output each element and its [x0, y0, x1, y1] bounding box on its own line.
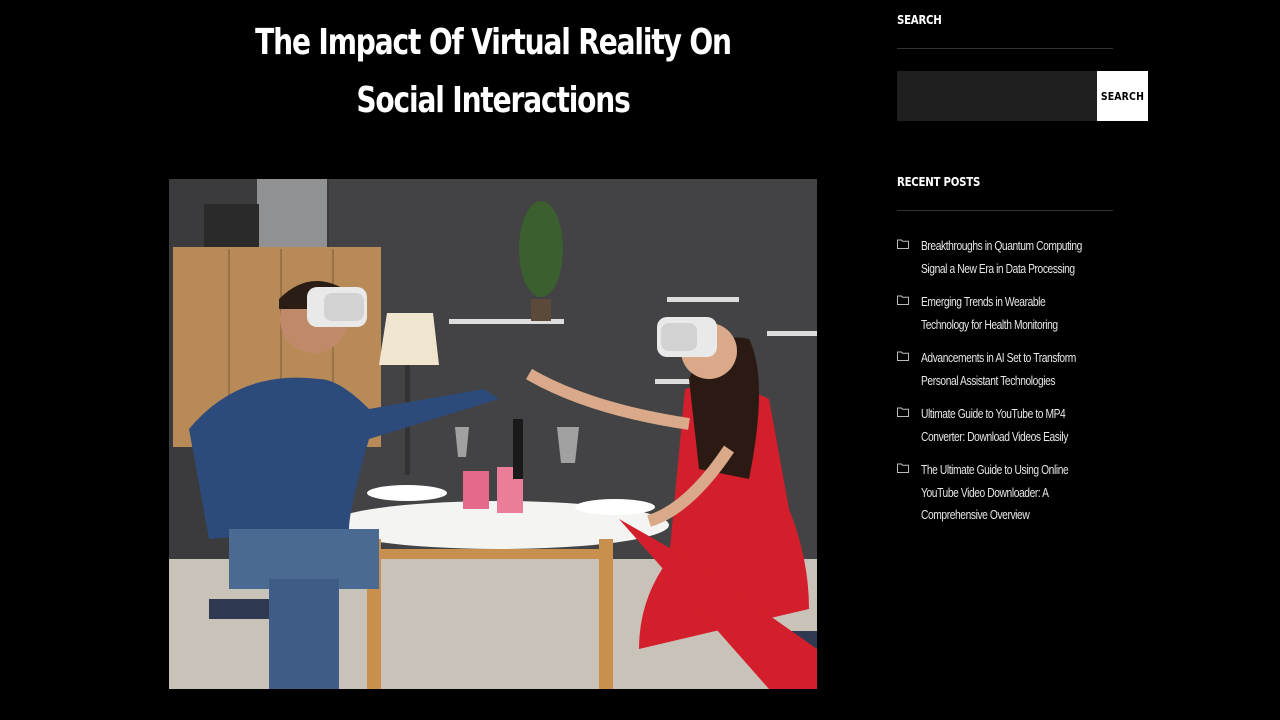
search-button-label: SEARCH: [1100, 89, 1145, 103]
recent-posts-list: Breakthroughs in Quantum Computing Signa…: [897, 235, 1113, 538]
folder-icon: [897, 239, 909, 249]
folder-icon: [897, 351, 909, 361]
page: The Impact Of Virtual Reality On Social …: [0, 0, 1280, 720]
divider: [897, 210, 1113, 211]
divider: [897, 48, 1113, 49]
recent-post-link[interactable]: Emerging Trends in Wearable Technology f…: [921, 291, 1089, 336]
list-item: Emerging Trends in Wearable Technology f…: [897, 291, 1113, 336]
article-title: The Impact Of Virtual Reality On Social …: [255, 22, 732, 121]
list-item: Breakthroughs in Quantum Computing Signa…: [897, 235, 1113, 280]
folder-icon: [897, 407, 909, 417]
search-button[interactable]: SEARCH: [1097, 71, 1148, 121]
recent-posts-title: RECENT POSTS: [897, 175, 981, 189]
recent-post-link[interactable]: Breakthroughs in Quantum Computing Signa…: [921, 235, 1089, 280]
folder-icon: [897, 463, 909, 473]
list-item: Ultimate Guide to YouTube to MP4 Convert…: [897, 403, 1113, 448]
featured-image[interactable]: [169, 179, 817, 689]
search-widget-title: SEARCH: [897, 13, 942, 27]
search-input[interactable]: [897, 71, 1097, 121]
recent-post-link[interactable]: The Ultimate Guide to Using Online YouTu…: [921, 459, 1089, 527]
list-item: Advancements in AI Set to Transform Pers…: [897, 347, 1113, 392]
vr-couple-illustration: [169, 179, 817, 689]
recent-post-link[interactable]: Ultimate Guide to YouTube to MP4 Convert…: [921, 403, 1089, 448]
recent-post-link[interactable]: Advancements in AI Set to Transform Pers…: [921, 347, 1089, 392]
list-item: The Ultimate Guide to Using Online YouTu…: [897, 459, 1113, 527]
search-form: SEARCH: [897, 71, 1148, 121]
folder-icon: [897, 295, 909, 305]
